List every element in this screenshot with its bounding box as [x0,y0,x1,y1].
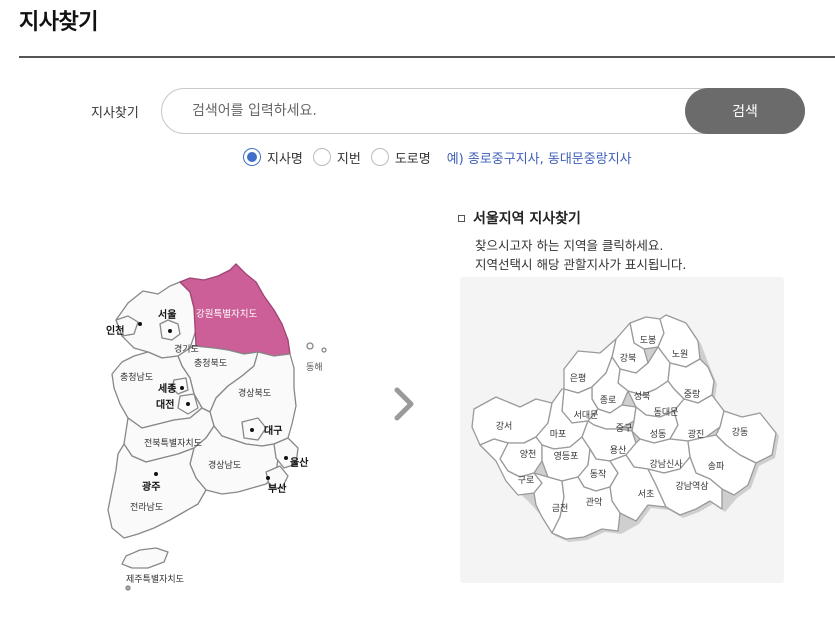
label-jeonnam: 전라남도 [130,502,163,513]
label-daejeon: 대전 [156,398,174,411]
label-dobong: 도봉 [640,335,657,346]
label-ulsan: 울산 [290,456,309,469]
radio-branch-name-circle[interactable] [243,148,261,166]
label-gyeongbuk: 경상북도 [238,387,271,399]
label-mapo: 마포 [550,429,567,440]
search-button[interactable]: 검색 [685,88,805,134]
label-guro: 구로 [518,475,535,486]
label-jungnang: 중랑 [684,388,701,400]
title-divider [19,56,835,58]
label-yangcheon: 양천 [520,449,537,460]
label-gwangju: 광주 [142,481,160,493]
label-gangnam-sinsa: 강남신사 [649,459,683,470]
label-seocho: 서초 [638,489,655,500]
region-panel-title-text: 서울지역 지사찾기 [473,211,581,227]
label-songpa: 송파 [708,461,725,472]
radio-lot-number-label: 지번 [336,151,361,167]
label-gangseo: 강서 [496,421,513,432]
radio-road-name-label: 도로명 [394,151,431,167]
region-panel-desc-2: 지역선택시 해당 관할지사가 표시됩니다. [475,257,687,272]
label-chungbuk: 충청북도 [194,358,227,369]
seoul-map-panel: 도봉 노원 강북 은평 성북 중랑 종로 서대문 동대문 강서 마포 중구 성동… [460,277,784,583]
label-gangnam-yeoksam: 강남역삼 [675,481,708,492]
label-east-sea: 동해 [306,362,323,373]
label-gwangjin: 광진 [688,428,705,440]
island-small [125,585,131,591]
label-jeonbuk: 전북특별자치도 [144,437,202,449]
island-ulleung [306,342,314,350]
island-dokdo [321,347,327,353]
label-gangbuk: 강북 [620,353,637,364]
search-type-group: 지사명 지번 도로명 예) 종로중구지사, 동대문중랑지사 [243,147,632,167]
label-dongjak: 동작 [590,469,607,480]
label-chungnam: 충청남도 [120,372,153,383]
search-label: 지사찾기 [91,106,139,121]
label-jeju: 제주특별자치도 [126,573,184,585]
label-seodaemun: 서대문 [574,410,599,421]
square-bullet-icon [458,214,465,222]
label-busan: 부산 [268,482,287,495]
radio-lot-number-circle[interactable] [312,148,331,166]
search-input[interactable] [192,89,672,133]
radio-branch-name-label: 지사명 [267,151,303,167]
page-title: 지사찾기 [19,10,98,35]
label-nowon: 노원 [672,349,689,360]
label-dongdaemun: 동대문 [654,407,679,418]
label-incheon: 인천 [106,324,124,337]
label-gangwon: 강원특별자치도 [196,308,257,320]
region-panel-desc-1: 찾으시고자 하는 지역을 클릭하세요. [475,238,664,253]
radio-lot-number[interactable]: 지번 [312,148,361,167]
label-geumcheon: 금천 [552,503,569,514]
radio-branch-name[interactable]: 지사명 [243,148,303,167]
label-daegu: 대구 [264,424,282,437]
label-jung: 중구 [616,423,633,434]
label-jongno: 종로 [600,395,617,406]
label-seoul: 서울 [158,308,176,321]
chevron-right-icon [394,387,414,421]
label-seongbuk: 성북 [634,391,651,402]
korea-map: 서울 인천 경기도 강원특별자치도 충청북도 충청남도 세종 대전 경상북도 대… [106,263,327,591]
label-eunpyeong: 은평 [570,373,587,384]
radio-road-name[interactable]: 도로명 [370,148,431,167]
search-box: 검색 [161,88,805,134]
label-gyeongnam: 경상남도 [208,459,241,471]
label-yeongdeungpo: 영등포 [554,451,579,462]
label-yongsan: 용산 [610,445,627,456]
label-gyeonggi: 경기도 [174,343,199,355]
label-gangdong: 강동 [732,427,749,438]
label-sejong: 세종 [158,382,176,395]
seoul-map: 도봉 노원 강북 은평 성북 중랑 종로 서대문 동대문 강서 마포 중구 성동… [471,314,779,542]
label-gwanak: 관악 [586,496,603,508]
search-example: 예) 종로중구지사, 동대문중랑지사 [446,151,632,167]
radio-road-name-circle[interactable] [370,148,389,166]
label-seongdong: 성동 [650,429,667,440]
region-panel-title: 서울지역 지사찾기 [458,208,581,228]
region-jeju[interactable] [121,547,169,569]
